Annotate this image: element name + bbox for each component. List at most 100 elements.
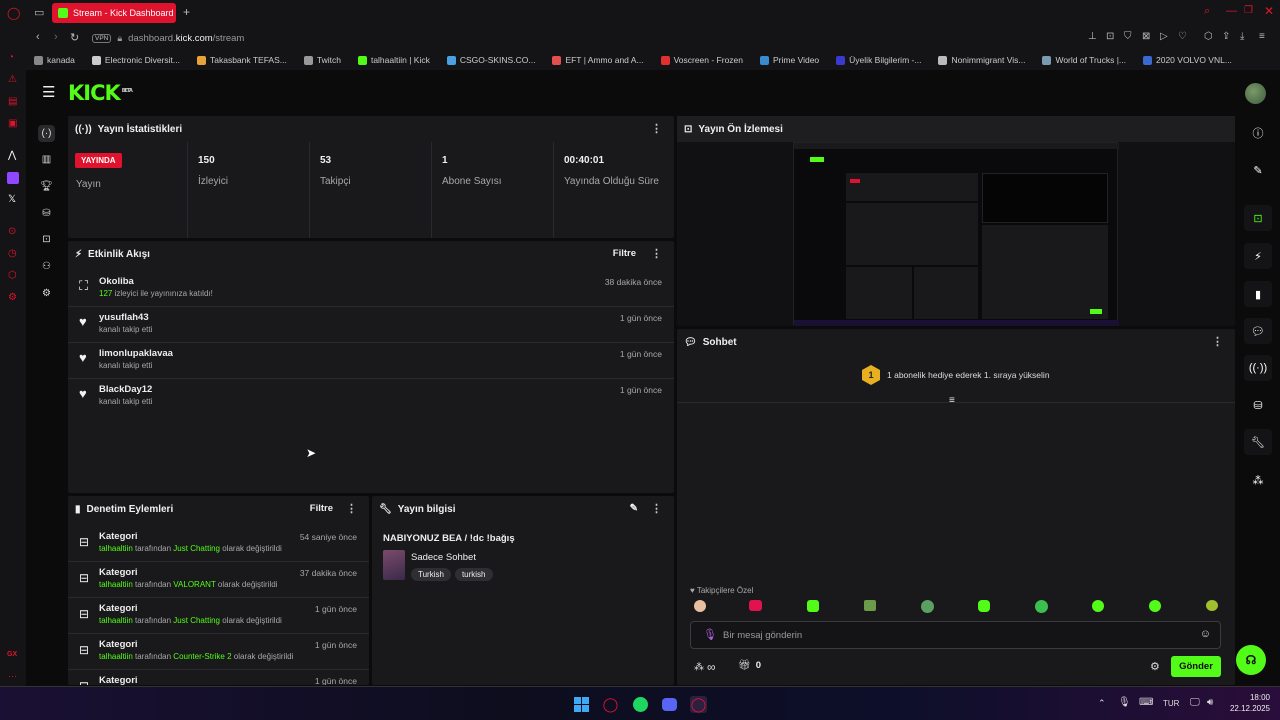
edit-pencil-icon[interactable]: ✎: [630, 503, 638, 514]
pin-icon[interactable]: ⊥: [1088, 31, 1097, 42]
player-sidebar-icon[interactable]: ⊙: [8, 226, 16, 237]
gift-count[interactable]: 🎁︎ 0: [738, 660, 761, 671]
moderation-item[interactable]: ⊟ Kategori talhaaltiin tarafından VALORA…: [68, 562, 369, 598]
chat-icon[interactable]: 💬︎: [1244, 318, 1272, 344]
gx-logo-icon[interactable]: GX: [7, 651, 17, 658]
extensions-sidebar-icon[interactable]: ⬡: [8, 270, 17, 281]
activity-item[interactable]: ♥ limonlupaklavaa kanalı takip etti 1 gü…: [68, 343, 674, 379]
kick-sidebar-icon[interactable]: ⋀: [8, 150, 16, 161]
chat-input[interactable]: 🎙︎ Bir mesaj gönderin ☺: [690, 621, 1221, 649]
more-sidebar-icon[interactable]: ···: [8, 671, 17, 681]
moderation-item[interactable]: ⊟ Kategori talhaaltiin tarafından Just C…: [68, 526, 369, 562]
discord-icon[interactable]: [661, 696, 678, 713]
activity-item[interactable]: ♥ BlackDay12 kanalı takip etti 1 gün önc…: [68, 379, 674, 415]
maximize-icon[interactable]: ❐: [1244, 5, 1253, 16]
bookmark-2[interactable]: Takasbank TEFAS...: [197, 55, 287, 65]
apps-icon[interactable]: ⁂: [1244, 467, 1272, 493]
analytics-nav-icon[interactable]: ▥: [38, 151, 55, 168]
community-icon[interactable]: ⛁: [1244, 392, 1272, 418]
gx-news-icon[interactable]: ▤: [8, 96, 17, 107]
keyboard-icon[interactable]: ⌨: [1139, 697, 1153, 708]
emote[interactable]: [749, 600, 762, 611]
stream-nav-icon[interactable]: (·): [38, 125, 55, 142]
back-icon[interactable]: ‹: [36, 31, 40, 43]
info-icon[interactable]: ⓘ: [1244, 120, 1272, 146]
chat-settings-icon[interactable]: ⚙: [1150, 660, 1160, 673]
minimize-icon[interactable]: —: [1226, 5, 1237, 17]
emote[interactable]: [864, 600, 876, 611]
more-options-icon[interactable]: ⋮: [1212, 335, 1223, 348]
clock[interactable]: 18:00 22.12.2025: [1226, 693, 1270, 713]
gift-promo-bar[interactable]: 1 1 abonelik hediye ederek 1. sıraya yük…: [677, 363, 1235, 403]
wrench-icon[interactable]: 🔧︎: [1244, 429, 1272, 455]
activity-item[interactable]: ♥ yusuflah43 kanalı takip etti 1 gün önc…: [68, 307, 674, 343]
kick-logo[interactable]: KICK BETA: [68, 81, 133, 105]
bookmark-11[interactable]: World of Trucks |...: [1042, 55, 1126, 65]
activity-item[interactable]: ⛶ Okoliba 127 izleyici ile yayınınıza ka…: [68, 271, 674, 307]
bookmark-10[interactable]: Nonimmigrant Vis...: [938, 55, 1025, 65]
bookmark-1[interactable]: Electronic Diversit...: [91, 55, 180, 65]
microphone-tray-icon[interactable]: 🎙︎: [1118, 697, 1131, 708]
opera-gx-logo-icon[interactable]: ◯: [7, 6, 20, 20]
share-icon[interactable]: ⇪: [1222, 31, 1230, 42]
new-tab-icon[interactable]: +: [183, 5, 190, 19]
stream-category[interactable]: Sadece Sohbet: [411, 552, 476, 563]
edit-icon[interactable]: ✎: [1244, 157, 1272, 183]
microphone-icon[interactable]: 🎙︎: [703, 628, 717, 641]
player-icon[interactable]: ▷: [1160, 31, 1168, 42]
spotify-icon[interactable]: [632, 696, 649, 713]
emote[interactable]: [807, 600, 819, 612]
emoji-icon[interactable]: ☺: [1200, 628, 1211, 640]
snapshot-icon[interactable]: ⊡: [1106, 31, 1114, 42]
search-tabs-icon[interactable]: ⌕: [1204, 5, 1210, 18]
tab-switcher-icon[interactable]: ▭: [34, 6, 44, 19]
scroll-chat-icon[interactable]: ≡: [949, 395, 955, 406]
broadcast-icon[interactable]: ((·)): [1244, 355, 1272, 381]
tab-kick-dashboard[interactable]: Stream - Kick Dashboard: [52, 3, 176, 23]
lightning-icon[interactable]: ⚡︎: [1244, 243, 1272, 269]
bookmark-7[interactable]: Voscreen - Frozen: [660, 55, 743, 65]
gx-calendar-icon[interactable]: ▣: [8, 118, 17, 129]
twitch-sidebar-icon[interactable]: [7, 172, 19, 184]
gx-control-icon[interactable]: ◔: [8, 52, 14, 63]
bookmark-12[interactable]: 2020 VOLVO VNL...: [1143, 55, 1232, 65]
more-options-icon[interactable]: ⋮: [651, 502, 662, 515]
stream-preview-video[interactable]: [793, 142, 1119, 326]
opera-gx-taskbar-icon[interactable]: ◯: [602, 696, 619, 713]
clips-nav-icon[interactable]: ⊡: [38, 231, 55, 248]
emote[interactable]: [1035, 600, 1048, 613]
moderation-item[interactable]: ⊟ Kategori talhaaltiin tarafından Counte…: [68, 634, 369, 670]
community-stat[interactable]: ⁂ ∞: [694, 659, 716, 675]
emote[interactable]: [1206, 600, 1218, 611]
moderation-item[interactable]: ⊟ Kategori 1 gün önce: [68, 670, 369, 685]
windows-start-icon[interactable]: [573, 696, 590, 713]
moderation-item[interactable]: ⊟ Kategori talhaaltiin tarafından Just C…: [68, 598, 369, 634]
bookmark-6[interactable]: EFT | Ammo and A...: [552, 55, 644, 65]
clip-icon[interactable]: ⊡: [1244, 205, 1272, 231]
language-indicator[interactable]: TUR: [1163, 699, 1179, 708]
bookmark-3[interactable]: Twitch: [303, 55, 341, 65]
more-options-icon[interactable]: ⋮: [651, 247, 662, 260]
gx-corner-icon[interactable]: ⚠: [8, 74, 17, 85]
help-chat-button[interactable]: ☊: [1236, 645, 1266, 675]
settings-nav-icon[interactable]: ⚙: [38, 285, 55, 302]
category-thumbnail[interactable]: [383, 550, 405, 580]
bookmark-4[interactable]: talhaaltiin | Kick: [357, 55, 430, 65]
more-options-icon[interactable]: ⋮: [651, 122, 662, 135]
volume-icon[interactable]: 🔊︎: [1207, 697, 1213, 708]
emote[interactable]: [1092, 600, 1104, 612]
send-button[interactable]: Gönder: [1171, 656, 1221, 677]
heart-icon[interactable]: ♡: [1178, 31, 1187, 42]
trophy-nav-icon[interactable]: 🏆︎: [38, 178, 55, 195]
forward-icon[interactable]: ›: [54, 31, 58, 43]
notes-icon[interactable]: ▮: [1244, 281, 1272, 307]
more-options-icon[interactable]: ⋮: [346, 502, 357, 515]
bookmark-0[interactable]: kanada: [34, 55, 75, 65]
easy-setup-icon[interactable]: ⊠: [1142, 31, 1150, 42]
network-icon[interactable]: 🖵︎: [1190, 697, 1200, 708]
emote[interactable]: [978, 600, 990, 612]
community-nav-icon[interactable]: ⛁: [38, 205, 55, 222]
filter-button[interactable]: Filtre: [310, 503, 333, 514]
emote[interactable]: [1149, 600, 1161, 612]
reload-icon[interactable]: ↻: [70, 31, 79, 44]
